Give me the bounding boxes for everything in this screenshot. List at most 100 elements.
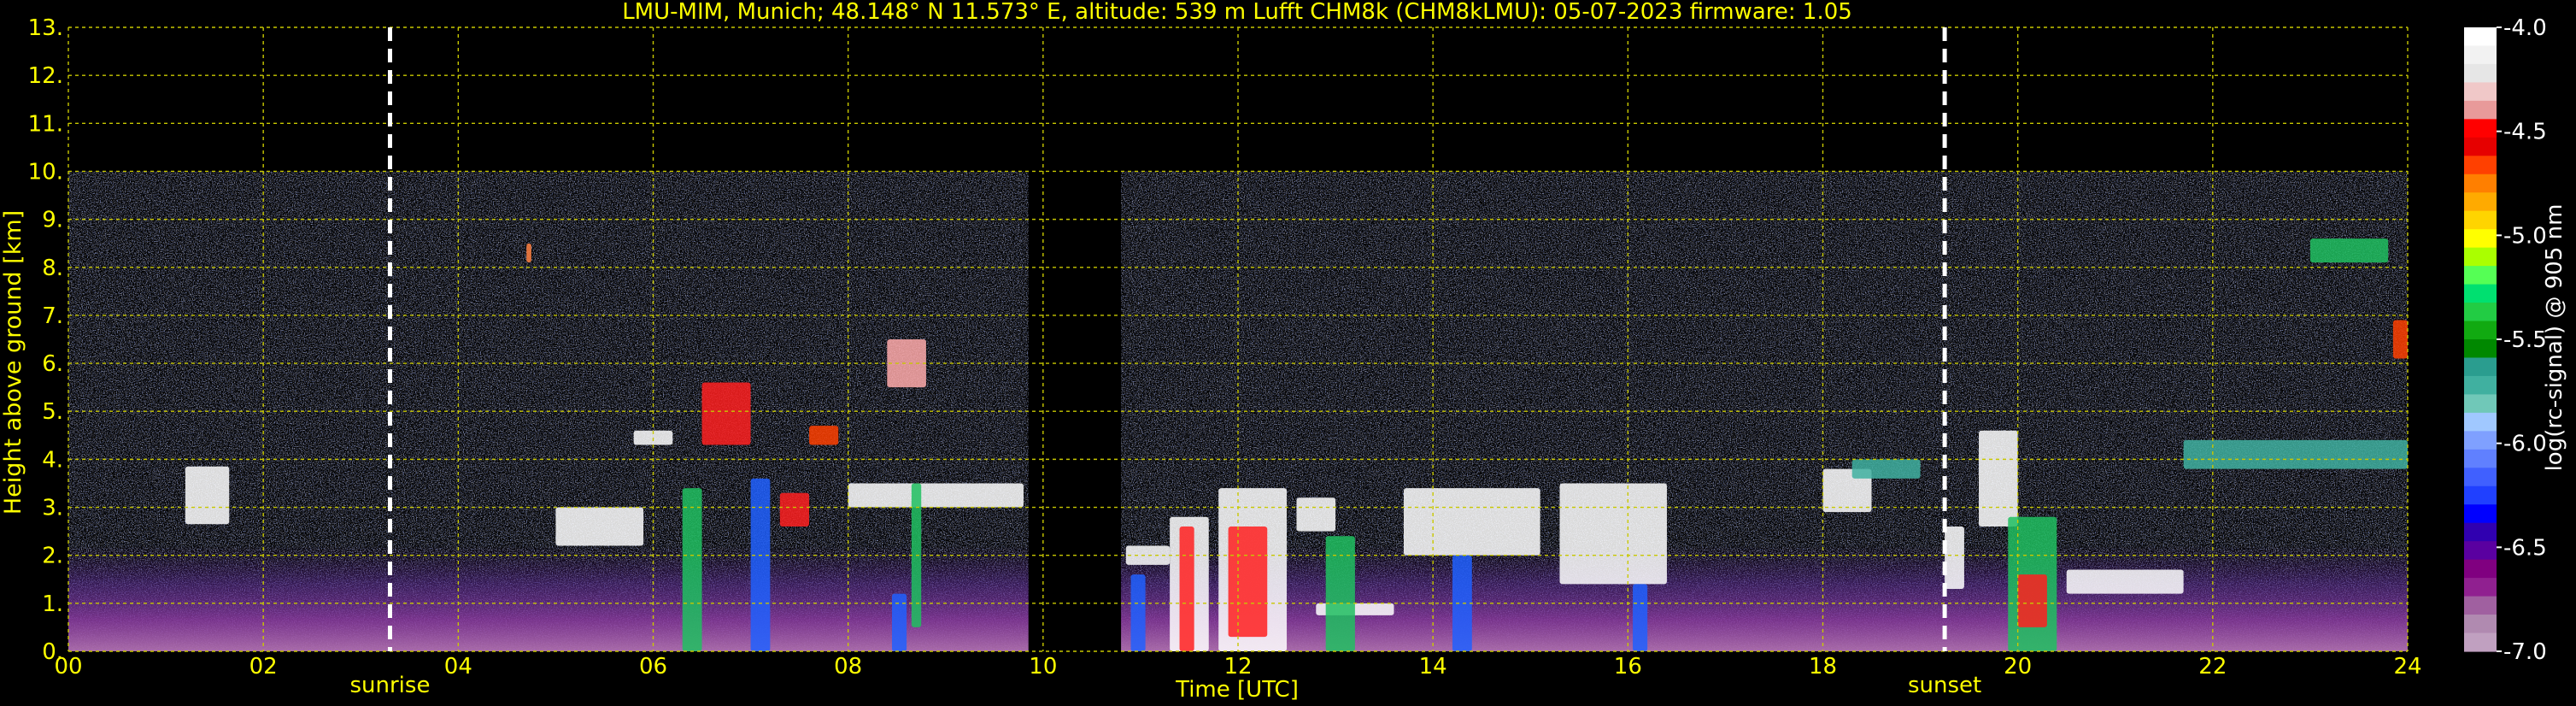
cloud-layer <box>1228 527 1268 638</box>
cloud-layer <box>1979 430 2018 527</box>
sunrise-label: sunrise <box>349 673 430 698</box>
y-axis: 0. 1. 2. 3. 4. 5. 6. 7. 8. 9. 10. 11. 12. 13. <box>28 15 63 665</box>
x-axis-label: Time [UTC] <box>1175 677 1299 703</box>
x-tick-label: 12 <box>1223 654 1252 680</box>
cloud-layer <box>1559 483 1667 585</box>
colorbar-swatch <box>2464 303 2497 322</box>
y-tick-label: 4. <box>42 447 63 473</box>
y-tick-label: 3. <box>42 496 63 521</box>
colorbar-swatch <box>2464 45 2497 65</box>
cloud-layer <box>1633 584 1648 651</box>
x-tick-label: 02 <box>249 654 278 680</box>
cloud-layer <box>1179 527 1194 651</box>
colorbar-swatch <box>2464 357 2497 377</box>
colorbar-swatch <box>2464 339 2497 359</box>
colorbar-tick-label: -6.0 <box>2503 432 2547 457</box>
y-tick-label: 1. <box>42 591 63 617</box>
cloud-layer <box>2017 574 2047 627</box>
cloud-layer <box>682 488 702 651</box>
cloud-layer <box>1325 536 1355 651</box>
x-tick-label: 18 <box>1809 654 1837 680</box>
colorbar-swatch <box>2464 522 2497 542</box>
y-tick-label: 0. <box>42 639 63 665</box>
x-tick-label: 04 <box>444 654 472 680</box>
colorbar-swatch <box>2464 156 2497 175</box>
cloud-layer <box>1452 555 1472 651</box>
colorbar-swatch <box>2464 100 2497 120</box>
colorbar-swatch <box>2464 559 2497 579</box>
colorbar-tick-label: -5.0 <box>2503 223 2547 249</box>
colorbar-swatch <box>2464 375 2497 396</box>
y-tick-label: 12. <box>28 63 63 89</box>
x-tick-label: 08 <box>834 654 862 680</box>
colorbar-swatch <box>2464 394 2497 414</box>
cloud-layer <box>185 466 230 525</box>
colorbar-swatch <box>2464 412 2497 432</box>
colorbar-swatch <box>2464 63 2497 84</box>
colorbar-swatch <box>2464 247 2497 267</box>
colorbar-swatch <box>2464 82 2497 102</box>
y-tick-label: 5. <box>42 399 63 425</box>
cloud-layer <box>2392 320 2408 359</box>
cloud-layer <box>2183 439 2408 469</box>
y-tick-label: 2. <box>42 544 63 569</box>
y-tick-label: 11. <box>28 111 63 137</box>
colorbar-swatch <box>2464 541 2497 561</box>
colorbar-swatch <box>2464 468 2497 487</box>
colorbar-tick-label: -7.0 <box>2503 639 2547 665</box>
x-tick-label: 16 <box>1614 654 1642 680</box>
cloud-layer <box>1945 527 1964 589</box>
colorbar-swatch <box>2464 266 2497 285</box>
colorbar-swatch <box>2464 119 2497 138</box>
cloud-layer <box>1403 488 1540 556</box>
x-tick-label: 06 <box>639 654 667 680</box>
colorbar-swatch <box>2464 174 2497 193</box>
colorbar-swatch <box>2464 615 2497 634</box>
colorbar-swatch <box>2464 485 2497 505</box>
cloud-layer <box>2309 238 2389 263</box>
sunset-label: sunset <box>1908 673 1981 698</box>
cloud-layer <box>701 382 751 445</box>
y-tick-label: 8. <box>42 256 63 281</box>
cloud-layer <box>887 339 926 388</box>
colorbar-swatch <box>2464 229 2497 249</box>
y-tick-label: 10. <box>28 159 63 185</box>
colorbar-tick-label: -6.5 <box>2503 535 2547 561</box>
colorbar-swatch <box>2464 578 2497 597</box>
cloud-layer <box>526 243 531 263</box>
colorbar-swatch <box>2464 321 2497 340</box>
cloud-layer <box>809 426 839 445</box>
cloud-layer <box>892 593 907 651</box>
x-tick-label: 24 <box>2393 654 2421 680</box>
ceilometer-chart: LMU-MIM, Munich; 48.148° N 11.573° E, al… <box>0 0 2567 703</box>
cloud-layer <box>779 492 810 527</box>
x-tick-label: 14 <box>1419 654 1447 680</box>
cloud-layer <box>2066 569 2184 594</box>
y-tick-label: 6. <box>42 351 63 377</box>
cloud-layer <box>848 483 1024 508</box>
colorbar: -4.0 -4.5 -5.0 -5.5 -6.0 -6.5 -7.0 <box>2464 15 2547 665</box>
cloud-layer <box>750 478 771 651</box>
colorbar-swatch <box>2464 632 2497 652</box>
x-tick-label: 20 <box>2004 654 2032 680</box>
cloud-layer <box>555 507 644 546</box>
colorbar-swatch <box>2464 431 2497 450</box>
cloud-layer <box>1296 497 1336 532</box>
colorbar-swatch <box>2464 210 2497 230</box>
colorbar-tick-label: -4.5 <box>2503 120 2547 145</box>
colorbar-swatch <box>2464 596 2497 615</box>
colorbar-tick-label: -5.5 <box>2503 327 2547 353</box>
colorbar-swatch <box>2464 27 2497 47</box>
colorbar-swatch <box>2464 504 2497 524</box>
x-tick-label: 10 <box>1029 654 1057 680</box>
cloud-layer <box>1851 459 1921 479</box>
colorbar-swatch <box>2464 284 2497 303</box>
y-axis-label: Height above ground [km] <box>0 210 26 515</box>
plot-area <box>67 26 2409 652</box>
colorbar-swatch <box>2464 449 2497 468</box>
colorbar-label: log(rc-signal) @ 905 nm <box>2542 204 2567 472</box>
x-tick-label: 22 <box>2198 654 2227 680</box>
colorbar-tick-label: -4.0 <box>2503 15 2547 41</box>
y-tick-label: 7. <box>42 303 63 329</box>
y-tick-label: 13. <box>28 15 63 41</box>
